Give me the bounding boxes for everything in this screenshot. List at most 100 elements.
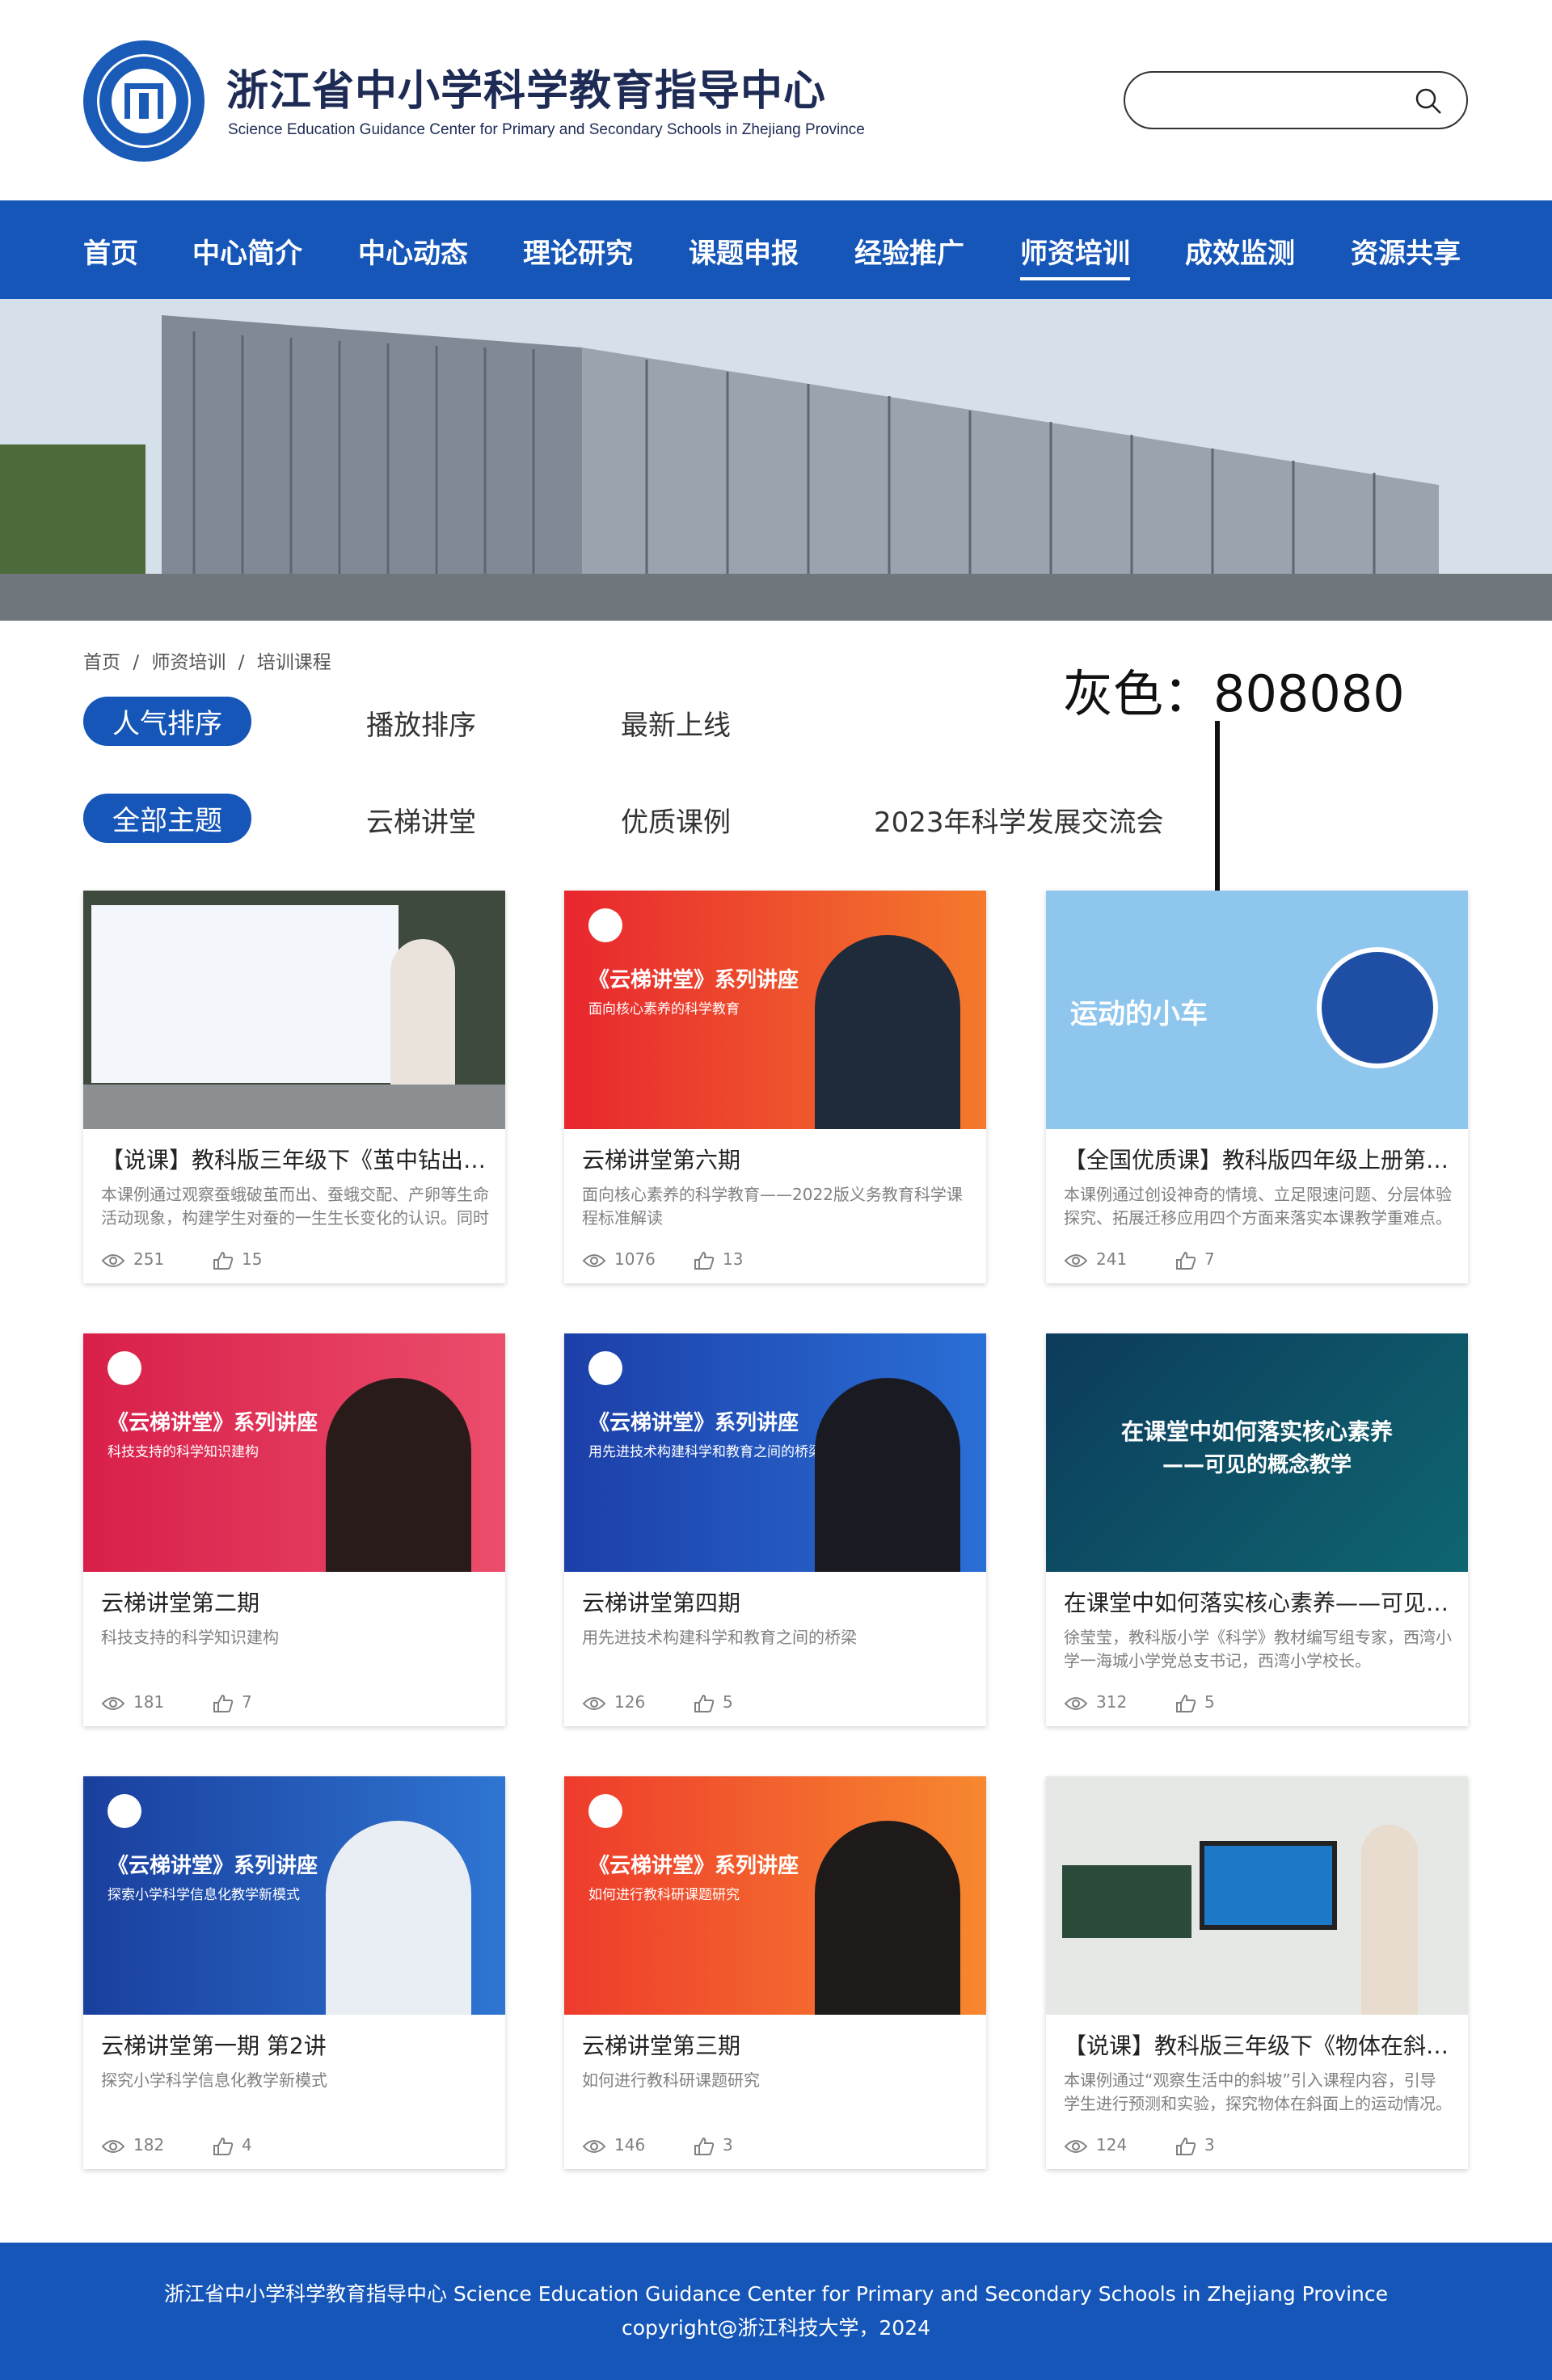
topic-all[interactable]: 全部主题 [83,794,251,843]
footer-copyright: copyright@浙江科技大学，2024 [621,2316,931,2340]
search-box[interactable] [1124,71,1468,129]
gray-color-annotation: 灰色：808080 [1063,664,1405,723]
views-count: 1076 [614,1249,656,1269]
course-card[interactable]: 《云梯讲堂》系列讲座 如何进行教科研课题研究 云梯讲堂第三期 如何进行教科研课题… [564,1776,986,2169]
nav-item-research[interactable]: 理论研究 [523,231,633,271]
topic-quality-lessons[interactable]: 优质课例 [621,800,731,840]
search-icon[interactable] [1415,87,1442,115]
likes-stat: 13 [694,1249,743,1270]
course-description: 科技支持的科学知识建构 [101,1628,279,1647]
likes-stat: 5 [694,1692,733,1713]
beauty-of-science-logo [588,1794,622,1828]
course-card[interactable]: 运动的小车 【全国优质课】教科版四年级上册第三单元 本课例通过创设神奇的情境、立… [1046,891,1468,1283]
views-count: 124 [1096,2135,1128,2155]
views-count: 312 [1096,1692,1128,1712]
course-title: 在课堂中如何落实核心素养——可见的概念教学 [1064,1590,1452,1616]
poster-subtitle: 面向核心素养的科学教育 [588,1001,740,1017]
classroom-blackboard [1062,1865,1191,1938]
building-illustration [0,299,1552,621]
breadcrumb-current: 培训课程 [256,652,331,673]
poster-subtitle: 如何进行教科研课题研究 [588,1887,740,1903]
breadcrumb-training[interactable]: 师资培训 [151,652,226,673]
search-input[interactable] [1145,87,1387,115]
poster-title: 《云梯讲堂》系列讲座 [588,968,799,992]
views-count: 251 [133,1249,165,1269]
nav-item-about[interactable]: 中心简介 [192,231,302,271]
likes-stat: 7 [213,1692,252,1713]
course-card[interactable]: 《云梯讲堂》系列讲座 用先进技术构建科学和教育之间的桥梁 云梯讲堂第四期 用先进… [564,1333,986,1726]
speaker-photo [815,935,960,1129]
views-stat: 241 [1064,1249,1127,1269]
poster-subtitle: 用先进技术构建科学和教育之间的桥梁 [588,1444,822,1460]
views-count: 241 [1096,1249,1128,1269]
likes-stat: 4 [213,2135,252,2156]
topic-2023-conference[interactable]: 2023年科学发展交流会 [874,800,1164,840]
nav-item-resources[interactable]: 资源共享 [1351,231,1461,271]
course-title: 云梯讲堂第三期 [582,2032,741,2059]
breadcrumb-home[interactable]: 首页 [83,652,120,673]
topic-yunti[interactable]: 云梯讲堂 [366,800,476,840]
nav-item-training[interactable]: 师资培训 [1020,231,1130,280]
likes-count: 3 [723,2135,733,2155]
sort-popular[interactable]: 人气排序 [83,697,251,746]
nav-item-monitoring[interactable]: 成效监测 [1185,231,1295,271]
course-card[interactable]: 《云梯讲堂》系列讲座 科技支持的科学知识建构 云梯讲堂第二期 科技支持的科学知识… [83,1333,505,1726]
site-title: 浙江省中小学科学教育指导中心 [226,67,827,116]
nav-item-experience[interactable]: 经验推广 [854,231,964,271]
course-card[interactable]: 《云梯讲堂》系列讲座 探索小学科学信息化教学新模式 云梯讲堂第一期 第2讲 探究… [83,1776,505,2169]
likes-count: 7 [1204,1249,1215,1269]
views-count: 181 [133,1692,165,1712]
poster-subtitle: 科技支持的科学知识建构 [108,1444,259,1460]
eye-icon [1064,2139,1088,2153]
course-thumbnail [83,891,505,1129]
speaker-photo [815,1821,960,2015]
likes-count: 4 [242,2135,252,2155]
speaker-photo [815,1378,960,1572]
course-description: 如何进行教科研课题研究 [582,2070,760,2090]
course-thumbnail: 《云梯讲堂》系列讲座 如何进行教科研课题研究 [564,1776,986,2015]
likes-count: 13 [723,1249,744,1269]
site-footer: 浙江省中小学科学教育指导中心 Science Education Guidanc… [0,2243,1552,2380]
course-description: 本课例通过创设神奇的情境、立足限速问题、分层体验探究、拓展迁移应用四个方面来落实… [1064,1185,1452,1228]
logo-mark-stem [139,93,149,119]
site-logo[interactable] [83,40,205,162]
course-description: 用先进技术构建科学和教育之间的桥梁 [582,1628,857,1647]
course-card[interactable]: 【说课】教科版三年级下《茧中钻出了蛾》 本课例通过观察蚕蛾破茧而出、蚕蛾交配、产… [83,891,505,1283]
logo-emblem [112,69,176,133]
course-description: 徐莹莹，教科版小学《科学》教材编写组专家，西湾小学一海城小学党总支书记，西湾小学… [1064,1628,1452,1670]
likes-count: 15 [242,1249,263,1269]
views-stat: 146 [582,2135,645,2155]
eye-icon [101,1253,125,1267]
likes-count: 5 [723,1692,733,1712]
breadcrumb-separator: / [238,652,245,673]
poster-title: 运动的小车 [1070,998,1208,1030]
course-title: 【说课】教科版三年级下《物体在斜面上运动》 [1064,2032,1452,2059]
nav-item-home[interactable]: 首页 [83,231,138,271]
speaker-photo [1361,1825,1418,2015]
thumbs-up-icon [213,1251,234,1270]
likes-stat: 3 [1175,2135,1215,2156]
course-card[interactable]: 在课堂中如何落实核心素养 ——可见的概念教学 在课堂中如何落实核心素养——可见的… [1046,1333,1468,1726]
thumbs-up-icon [1176,1251,1196,1270]
likes-stat: 7 [1175,1249,1215,1270]
views-stat: 182 [101,2135,164,2155]
course-thumbnail: 《云梯讲堂》系列讲座 面向核心素养的科学教育 [564,891,986,1129]
sort-plays[interactable]: 播放排序 [366,703,476,743]
nav-item-projects[interactable]: 课题申报 [689,231,799,271]
course-card[interactable]: 《云梯讲堂》系列讲座 面向核心素养的科学教育 云梯讲堂第六期 面向核心素养的科学… [564,891,986,1283]
eye-icon [1064,1253,1088,1267]
footer-org-name: 浙江省中小学科学教育指导中心 Science Education Guidanc… [163,2282,1389,2306]
nav-item-news[interactable]: 中心动态 [358,231,468,271]
poster-title: 《云梯讲堂》系列讲座 [108,1411,318,1435]
course-thumbnail: 在课堂中如何落实核心素养 ——可见的概念教学 [1046,1333,1468,1572]
likes-count: 7 [242,1692,252,1712]
views-stat: 126 [582,1692,645,1712]
views-stat: 312 [1064,1692,1127,1712]
sort-newest[interactable]: 最新上线 [621,703,731,743]
course-card[interactable]: 【说课】教科版三年级下《物体在斜面上运动》 本课例通过“观察生活中的斜坡”引入课… [1046,1776,1468,2169]
site-header: 浙江省中小学科学教育指导中心 Science Education Guidanc… [0,0,1552,200]
views-stat: 181 [101,1692,164,1712]
likes-stat: 5 [1175,1692,1215,1713]
speaker-photo [326,1378,471,1572]
beauty-of-science-logo [108,1351,141,1385]
